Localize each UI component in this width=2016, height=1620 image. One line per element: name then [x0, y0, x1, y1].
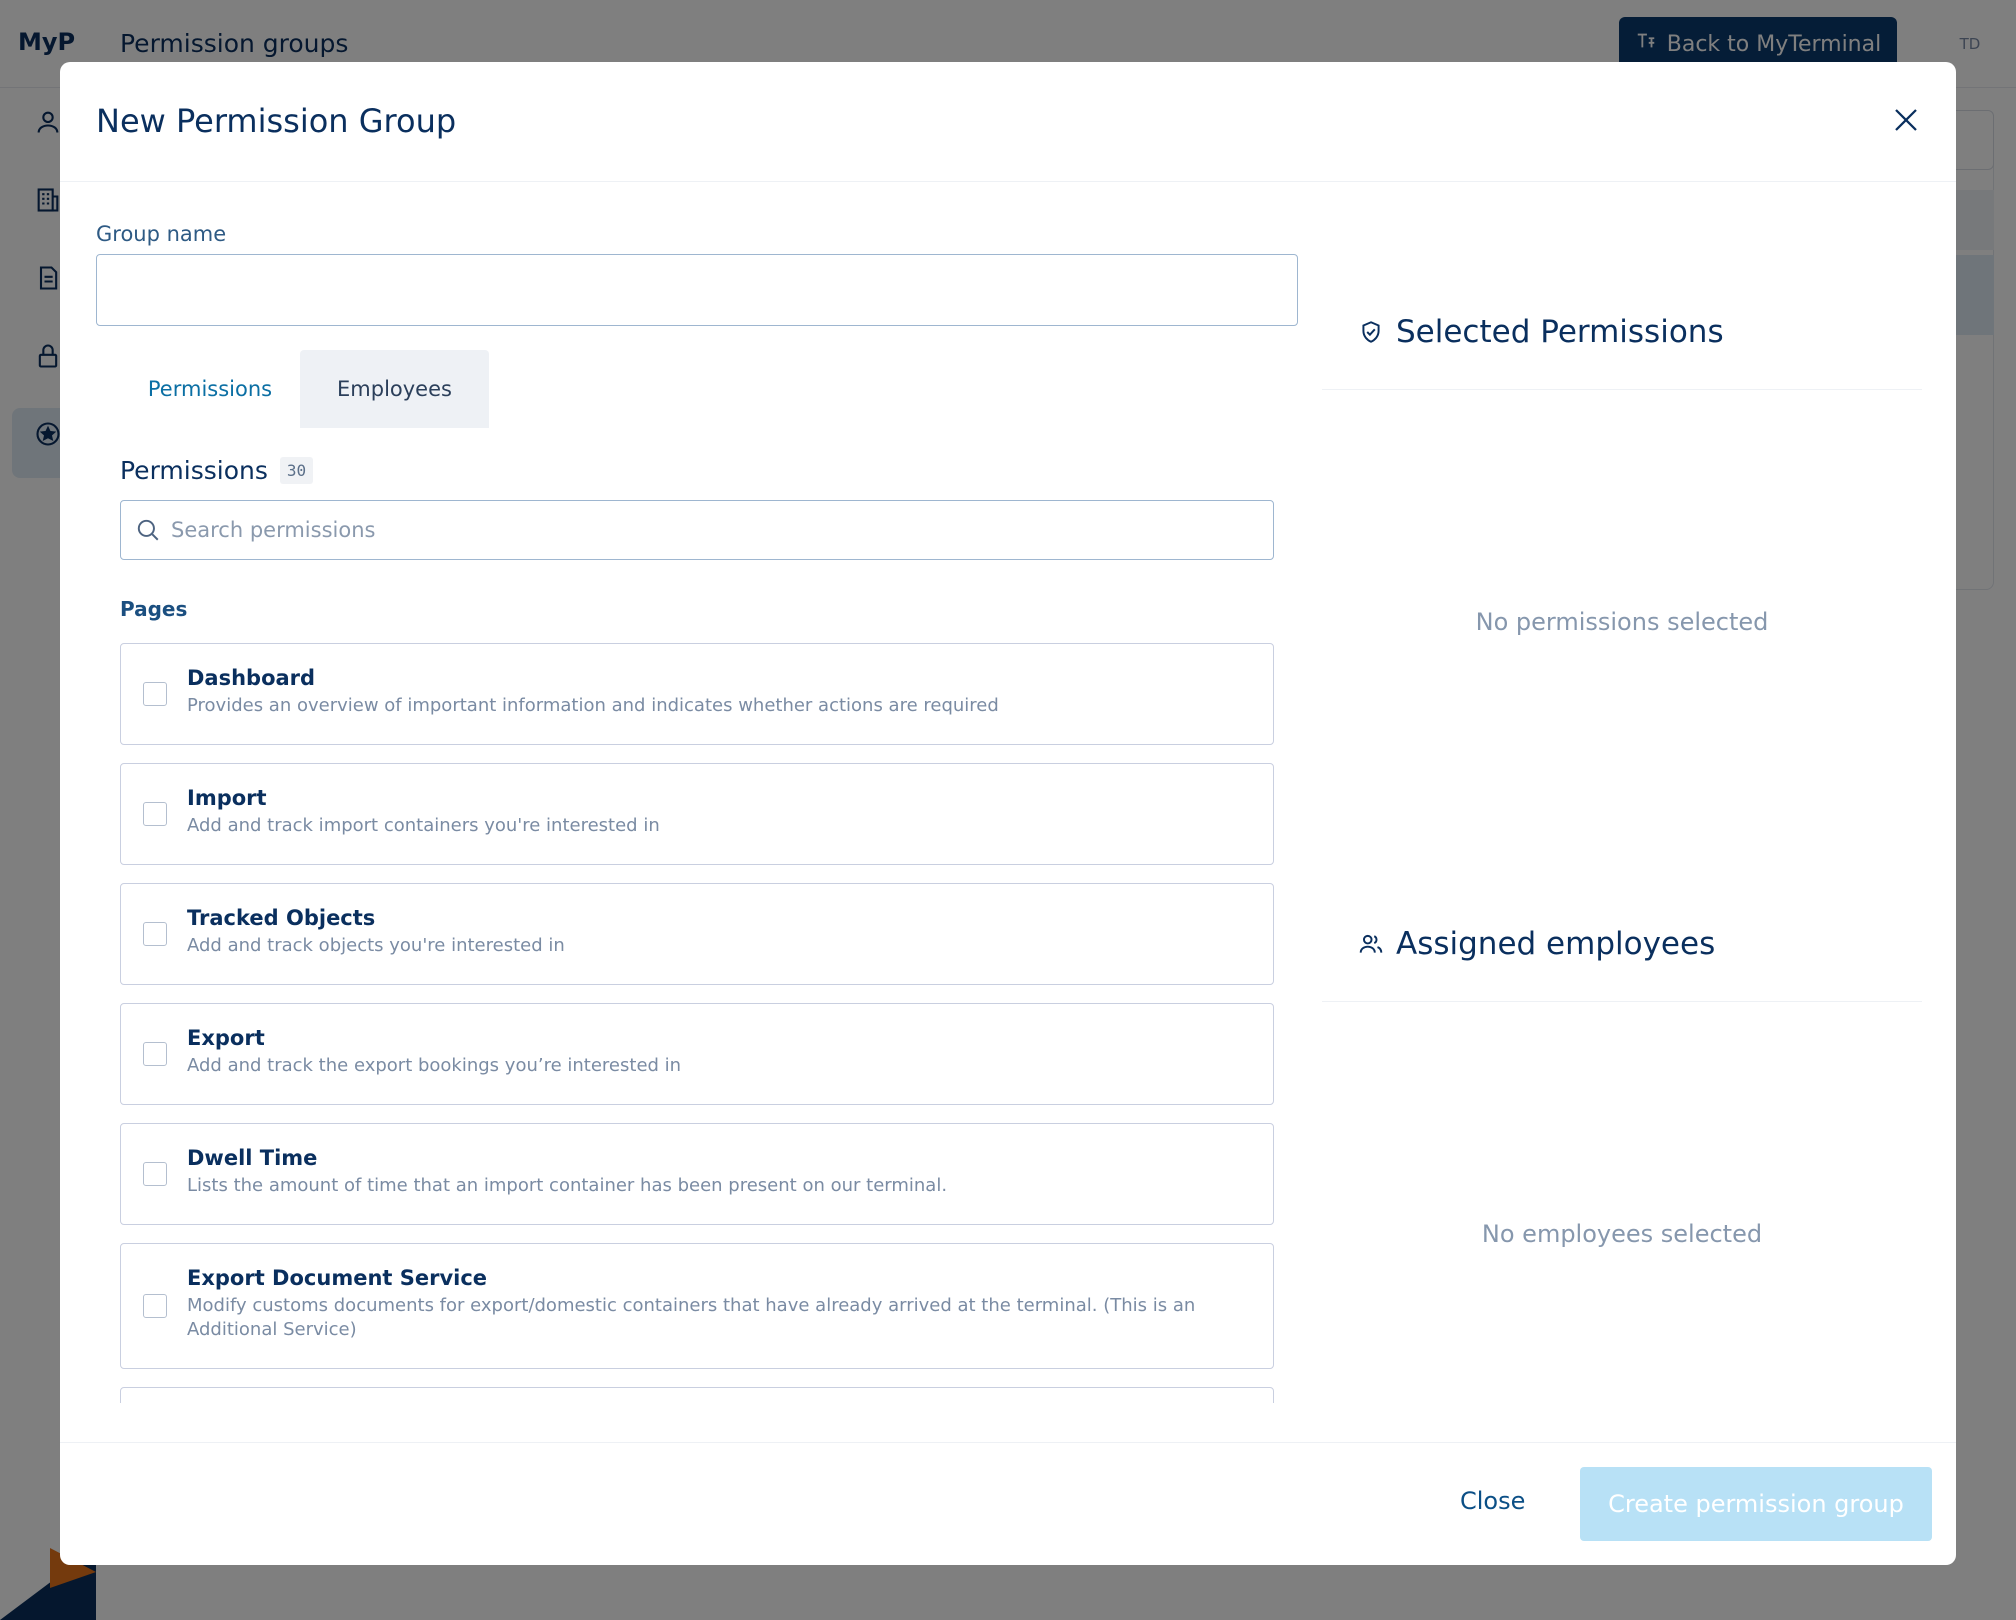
- assigned-employees-title: Assigned employees: [1396, 926, 1716, 962]
- permission-description: Add and track objects you're interested …: [187, 935, 565, 956]
- divider: [1322, 1001, 1922, 1002]
- permission-item[interactable]: Export Add and track the export bookings…: [120, 1003, 1274, 1105]
- permission-item[interactable]: Dwell Time Lists the amount of time that…: [120, 1123, 1274, 1225]
- permission-name: Import: [187, 786, 267, 810]
- tab-employees[interactable]: Employees: [300, 350, 489, 428]
- assigned-employees-heading: Assigned employees: [1358, 926, 1715, 962]
- close-button[interactable]: Close: [1460, 1487, 1525, 1515]
- permission-item[interactable]: Tracked Objects Add and track objects yo…: [120, 883, 1274, 985]
- permission-checkbox[interactable]: [143, 1294, 167, 1318]
- close-icon[interactable]: [1886, 100, 1926, 140]
- selected-permissions-empty: No permissions selected: [1475, 608, 1769, 636]
- shield-check-icon: [1362, 321, 1380, 343]
- permissions-heading: Permissions 30: [120, 456, 314, 485]
- modal-footer: Close Create permission group: [60, 1442, 1956, 1565]
- permission-checkbox[interactable]: [143, 1162, 167, 1186]
- permission-description: Add and track the export bookings you’re…: [187, 1055, 682, 1076]
- permission-checkbox[interactable]: [143, 802, 167, 826]
- modal-title: New Permission Group: [96, 102, 457, 140]
- permission-checkbox[interactable]: [143, 682, 167, 706]
- tab-permissions[interactable]: Permissions: [120, 350, 300, 428]
- permission-name: Export Document Service: [187, 1266, 488, 1290]
- permission-name: Dashboard: [187, 666, 316, 690]
- permissions-heading-label: Permissions: [120, 456, 268, 485]
- search-permissions-field[interactable]: [120, 500, 1274, 560]
- permission-item[interactable]: Dashboard Provides an overview of import…: [120, 643, 1274, 745]
- permission-name: Tracked Objects: [187, 906, 376, 930]
- section-label-pages: Pages: [120, 597, 188, 621]
- permission-item[interactable]: Export Document Service Modify customs d…: [120, 1243, 1274, 1369]
- permission-item[interactable]: [120, 1387, 1274, 1403]
- group-name-input[interactable]: [96, 254, 1298, 326]
- permissions-list[interactable]: Dashboard Provides an overview of import…: [120, 643, 1274, 1403]
- search-input[interactable]: [171, 518, 1259, 542]
- permission-checkbox[interactable]: [143, 922, 167, 946]
- group-name-label: Group name: [96, 222, 227, 246]
- permission-description: Add and track import containers you're i…: [187, 815, 660, 836]
- permission-name: Dwell Time: [187, 1146, 318, 1170]
- permission-checkbox[interactable]: [143, 1042, 167, 1066]
- permission-name: Export: [187, 1026, 265, 1050]
- selected-permissions-title: Selected Permissions: [1396, 314, 1724, 350]
- permissions-count-badge: 30: [279, 457, 314, 484]
- assigned-employees-empty: No employees selected: [1481, 1220, 1763, 1248]
- users-icon: [1359, 934, 1383, 953]
- selected-permissions-heading: Selected Permissions: [1358, 314, 1724, 350]
- permission-description: Lists the amount of time that an import …: [187, 1175, 948, 1196]
- permission-description: Modify customs documents for export/dome…: [187, 1295, 1196, 1340]
- modal-header: New Permission Group: [60, 62, 1956, 182]
- permission-description: Provides an overview of important inform…: [187, 695, 999, 716]
- new-permission-group-modal: New Permission Group Group name Permissi…: [60, 62, 1956, 1565]
- create-permission-group-button[interactable]: Create permission group: [1580, 1467, 1932, 1541]
- divider: [1322, 389, 1922, 390]
- search-icon: [137, 519, 159, 541]
- permission-item[interactable]: Import Add and track import containers y…: [120, 763, 1274, 865]
